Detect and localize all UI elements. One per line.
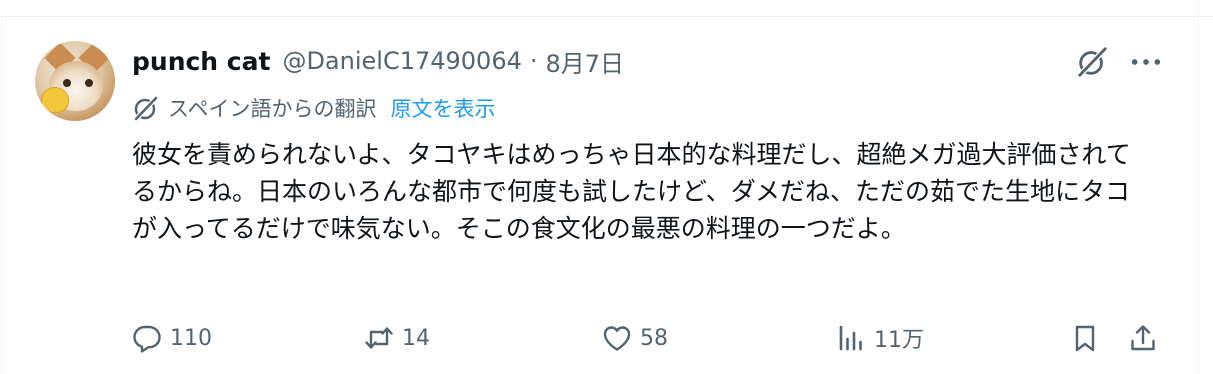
bookmark-icon <box>1075 325 1095 352</box>
share-button[interactable] <box>1128 318 1158 358</box>
views-button[interactable]: 11万 <box>836 318 924 358</box>
tweet-top-border <box>0 16 1213 17</box>
views-icon <box>839 325 862 351</box>
avatar-eye-left <box>63 79 71 87</box>
grok-icon[interactable] <box>1074 44 1110 80</box>
action-bar: 110 14 58 11万 <box>132 318 1172 358</box>
tweet-text: 彼女を責められないよ、タコヤキはめっちゃ日本的な料理だし、超絶メガ過大評価されて… <box>132 140 1131 243</box>
avatar[interactable] <box>35 41 115 121</box>
like-count: 58 <box>640 325 668 351</box>
share-icon <box>1131 325 1155 351</box>
heart-icon <box>603 326 631 351</box>
tweet-header: punch cat @DanielC17490064 · 8月7日 <box>132 44 624 78</box>
bookmark-button[interactable] <box>1070 318 1100 358</box>
show-original-link[interactable]: 原文を表示 <box>391 93 496 123</box>
tweet-left-border <box>1 16 2 374</box>
repost-count: 14 <box>402 325 430 351</box>
header-separator: · <box>529 47 538 75</box>
repost-icon <box>365 327 393 349</box>
avatar-paw <box>41 87 69 113</box>
views-count: 11万 <box>874 328 924 353</box>
translation-bar: スペイン語からの翻訳 原文を表示 <box>132 92 496 124</box>
more-icon[interactable] <box>1128 46 1164 78</box>
avatar-eye-right <box>85 79 93 87</box>
translated-from-label: スペイン語からの翻訳 <box>168 97 377 121</box>
user-handle[interactable]: @DanielC17490064 <box>282 47 521 75</box>
repost-button[interactable]: 14 <box>364 318 430 358</box>
reply-count: 110 <box>170 325 212 351</box>
reply-button[interactable]: 110 <box>132 318 212 358</box>
post-date[interactable]: 8月7日 <box>546 44 625 79</box>
display-name[interactable]: punch cat <box>132 47 270 76</box>
tweet-right-border <box>1198 0 1199 374</box>
translate-icon <box>134 96 158 121</box>
like-button[interactable]: 58 <box>602 318 668 358</box>
reply-icon <box>133 325 161 353</box>
